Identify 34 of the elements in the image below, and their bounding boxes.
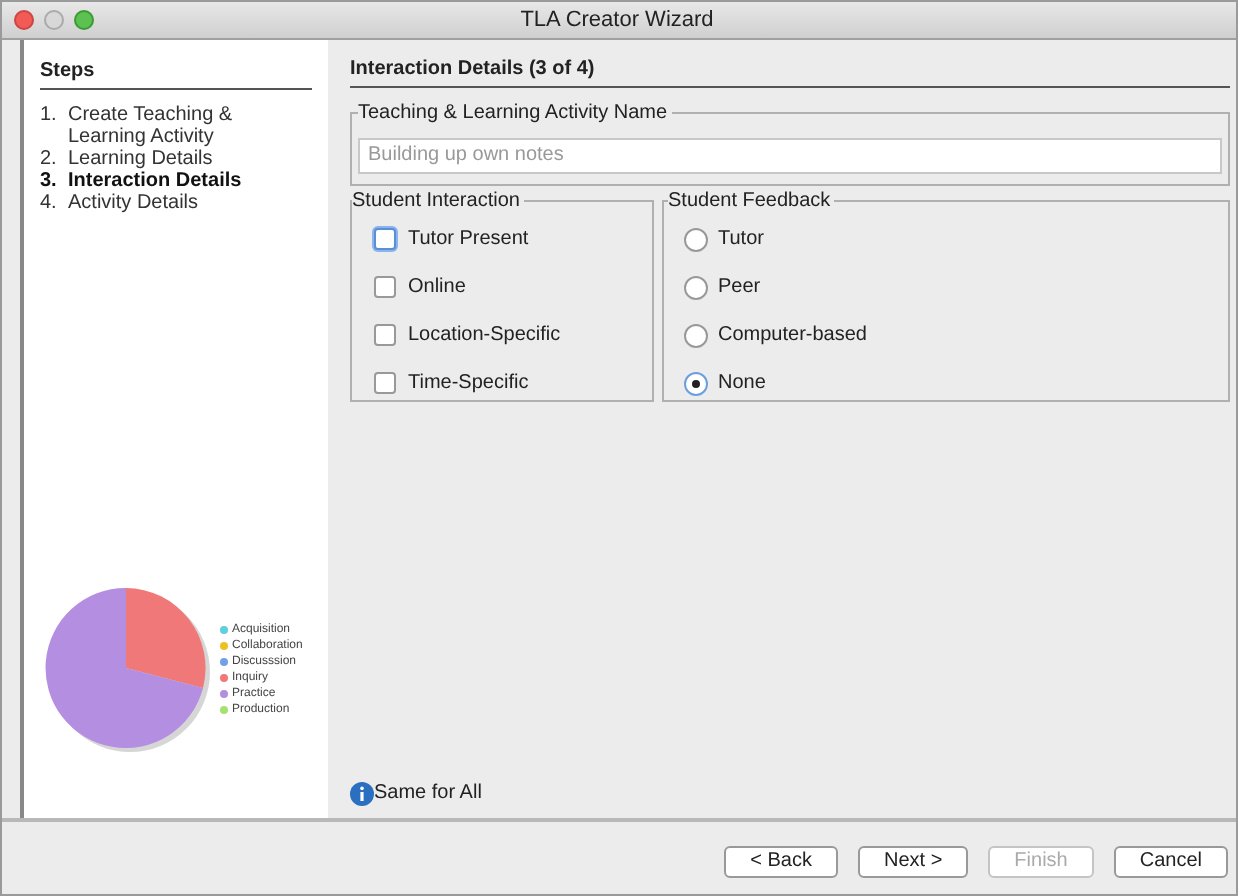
minimize-icon[interactable] bbox=[44, 10, 64, 30]
wizard-button[interactable]: Cancel bbox=[1113, 846, 1228, 878]
info-icon bbox=[350, 781, 374, 805]
option-label: Time-Specific bbox=[408, 370, 529, 398]
radio-button[interactable] bbox=[684, 227, 708, 251]
group-title: Teaching & Learning Activity Name bbox=[358, 100, 670, 128]
radio-button[interactable] bbox=[684, 371, 708, 395]
option-label: Computer-based bbox=[718, 322, 867, 350]
step-item: 4. Activity Details bbox=[40, 192, 201, 214]
option-label: Online bbox=[408, 274, 466, 302]
checkbox[interactable] bbox=[374, 276, 396, 298]
group-title: Student Feedback bbox=[668, 188, 833, 216]
step-item: 3. Interaction Details bbox=[40, 170, 244, 192]
page-title: Interaction Details (3 of 4) bbox=[350, 54, 1230, 88]
group-title: Student Interaction bbox=[352, 188, 522, 216]
step-item: 2. Learning Details bbox=[40, 148, 215, 170]
option-label: Tutor bbox=[718, 226, 764, 254]
wizard-button[interactable]: Next > bbox=[857, 846, 969, 878]
checkbox[interactable] bbox=[374, 372, 396, 394]
steps-title: Steps bbox=[40, 56, 312, 90]
radio-button[interactable] bbox=[684, 275, 708, 299]
zoom-icon[interactable] bbox=[74, 10, 94, 30]
option-label: Location-Specific bbox=[408, 322, 561, 350]
close-icon[interactable] bbox=[14, 10, 34, 30]
checkbox[interactable] bbox=[374, 324, 396, 346]
option-label: Tutor Present bbox=[408, 226, 529, 254]
step-item: 1. Create Teaching & Learning Activity bbox=[40, 104, 235, 148]
name-field[interactable]: Building up own notes bbox=[358, 137, 1222, 173]
option-label: Peer bbox=[718, 274, 761, 302]
window-title: TLA Creator Wizard bbox=[520, 5, 714, 36]
wizard-button[interactable]: < Back bbox=[724, 846, 838, 878]
radio-button[interactable] bbox=[684, 323, 708, 347]
info-text: Same for All bbox=[374, 780, 482, 808]
option-label: None bbox=[718, 370, 766, 398]
